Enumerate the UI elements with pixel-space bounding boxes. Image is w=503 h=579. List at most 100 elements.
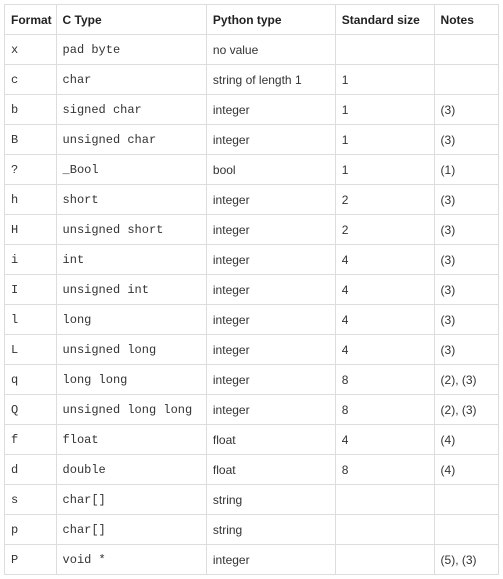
cell-ctype: short [56,185,206,215]
table-row: Bunsigned charinteger1(3) [5,125,499,155]
table-row: iintinteger4(3) [5,245,499,275]
table-row: Lunsigned longinteger4(3) [5,335,499,365]
cell-python: integer [206,275,335,305]
cell-ctype: char[] [56,515,206,545]
cell-size: 4 [335,305,434,335]
cell-python: string of length 1 [206,65,335,95]
cell-python: integer [206,545,335,575]
cell-python: no value [206,35,335,65]
table-header-row: Format C Type Python type Standard size … [5,5,499,35]
cell-notes [434,35,498,65]
cell-python: integer [206,125,335,155]
cell-notes: (3) [434,275,498,305]
cell-format: f [5,425,57,455]
cell-size: 8 [335,365,434,395]
cell-python: string [206,515,335,545]
cell-size: 4 [335,275,434,305]
header-size: Standard size [335,5,434,35]
cell-format: B [5,125,57,155]
cell-ctype: void * [56,545,206,575]
cell-notes [434,65,498,95]
cell-notes: (3) [434,125,498,155]
cell-ctype: char[] [56,485,206,515]
table-row: Qunsigned long longinteger8(2), (3) [5,395,499,425]
cell-ctype: _Bool [56,155,206,185]
cell-format: L [5,335,57,365]
table-row: Pvoid *integer (5), (3) [5,545,499,575]
cell-format: ? [5,155,57,185]
cell-notes: (3) [434,215,498,245]
cell-size: 8 [335,455,434,485]
cell-python: integer [206,365,335,395]
cell-format: c [5,65,57,95]
table-row: pchar[]string [5,515,499,545]
cell-size: 8 [335,395,434,425]
cell-format: h [5,185,57,215]
table-row: schar[]string [5,485,499,515]
cell-notes: (4) [434,455,498,485]
cell-notes [434,485,498,515]
cell-format: H [5,215,57,245]
table-row: ddoublefloat8(4) [5,455,499,485]
cell-python: integer [206,245,335,275]
cell-format: b [5,95,57,125]
table-row: hshortinteger2(3) [5,185,499,215]
cell-size [335,485,434,515]
cell-notes: (3) [434,245,498,275]
cell-python: integer [206,185,335,215]
cell-notes: (4) [434,425,498,455]
cell-size: 2 [335,215,434,245]
cell-format: x [5,35,57,65]
cell-notes: (3) [434,95,498,125]
table-row: qlong longinteger8(2), (3) [5,365,499,395]
format-table: Format C Type Python type Standard size … [4,4,499,575]
cell-python: integer [206,95,335,125]
cell-notes: (2), (3) [434,395,498,425]
cell-ctype: signed char [56,95,206,125]
cell-ctype: unsigned short [56,215,206,245]
cell-notes: (2), (3) [434,365,498,395]
cell-notes: (5), (3) [434,545,498,575]
cell-format: s [5,485,57,515]
table-row: Iunsigned intinteger4(3) [5,275,499,305]
cell-ctype: unsigned char [56,125,206,155]
header-python: Python type [206,5,335,35]
cell-notes: (3) [434,335,498,365]
cell-notes: (3) [434,305,498,335]
cell-ctype: long long [56,365,206,395]
cell-ctype: char [56,65,206,95]
cell-notes [434,515,498,545]
cell-notes: (3) [434,185,498,215]
cell-size: 4 [335,335,434,365]
cell-format: p [5,515,57,545]
table-row: llonginteger4(3) [5,305,499,335]
cell-size [335,35,434,65]
cell-size [335,545,434,575]
cell-ctype: float [56,425,206,455]
cell-ctype: int [56,245,206,275]
cell-size: 1 [335,125,434,155]
cell-size: 4 [335,425,434,455]
cell-python: integer [206,305,335,335]
cell-python: integer [206,335,335,365]
table-row: ?_Boolbool1(1) [5,155,499,185]
header-notes: Notes [434,5,498,35]
cell-format: l [5,305,57,335]
cell-format: Q [5,395,57,425]
cell-size: 1 [335,155,434,185]
cell-format: d [5,455,57,485]
cell-size: 4 [335,245,434,275]
cell-format: P [5,545,57,575]
cell-ctype: unsigned int [56,275,206,305]
cell-format: q [5,365,57,395]
cell-ctype: pad byte [56,35,206,65]
cell-size: 1 [335,65,434,95]
cell-python: integer [206,395,335,425]
cell-size: 2 [335,185,434,215]
table-row: ccharstring of length 11 [5,65,499,95]
cell-size: 1 [335,95,434,125]
cell-size [335,515,434,545]
table-row: xpad byteno value [5,35,499,65]
header-format: Format [5,5,57,35]
header-ctype: C Type [56,5,206,35]
